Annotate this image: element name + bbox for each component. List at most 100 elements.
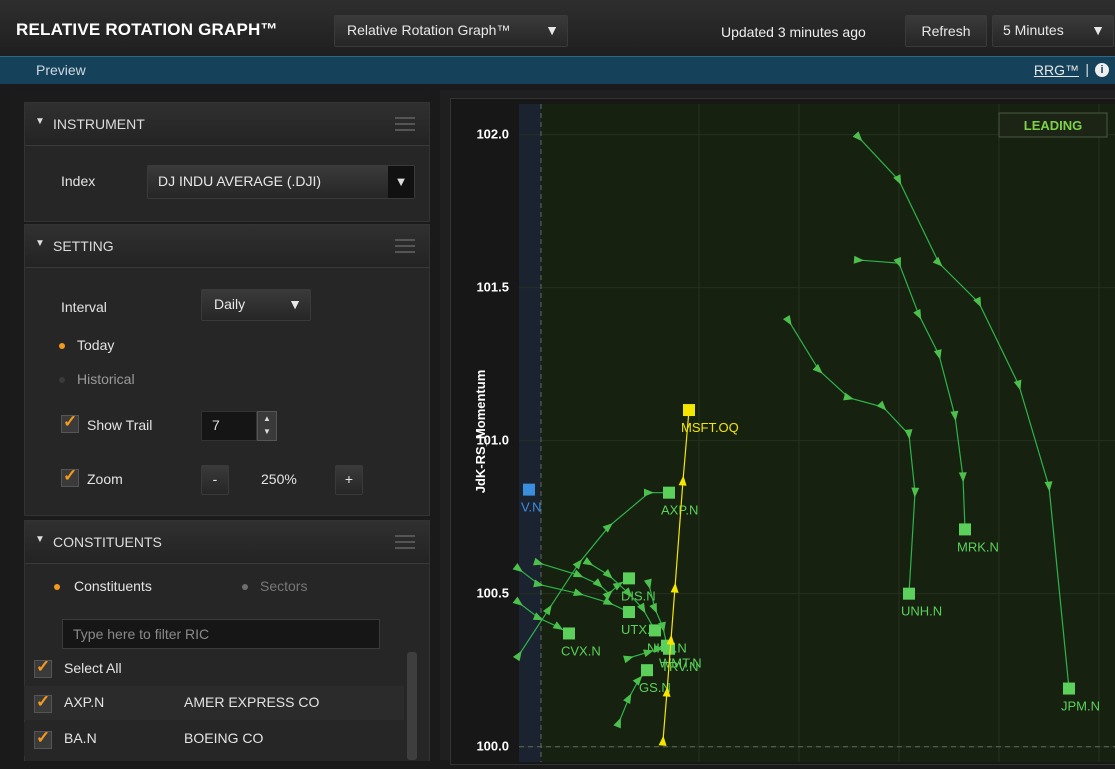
improving-strip — [519, 104, 541, 762]
refresh-interval-value: 5 Minutes — [1003, 22, 1064, 38]
ric-filter-input[interactable]: Type here to filter RIC — [62, 619, 380, 649]
y-tick-label: 101.5 — [476, 280, 509, 295]
constituents-title: CONSTITUENTS — [53, 534, 162, 550]
separator: | — [1085, 61, 1089, 77]
series-label-unh-n: UNH.N — [901, 604, 942, 619]
series-marker-dis-n — [623, 572, 635, 585]
zoom-out-label: - — [212, 471, 218, 487]
series-label-msft-oq: MSFT.OQ — [681, 420, 739, 435]
view-select-value: Relative Rotation Graph™ — [347, 22, 511, 38]
menu-icon[interactable] — [395, 239, 415, 253]
series-marker-nke-n — [649, 624, 661, 637]
constituents-tab-label[interactable]: Constituents — [74, 578, 152, 594]
leading-quadrant — [519, 104, 1115, 762]
index-value: DJ INDU AVERAGE (.DJI) — [158, 173, 322, 189]
trail-input[interactable]: 7 — [201, 411, 257, 441]
row-checkbox[interactable]: ✓ — [34, 692, 52, 713]
radio-constituents[interactable] — [54, 584, 60, 590]
show-trail-checkbox[interactable]: ✓ — [61, 412, 79, 433]
chevron-down-icon: ▼ — [388, 166, 414, 198]
interval-label: Interval — [61, 299, 107, 315]
radio-historical[interactable] — [59, 377, 65, 383]
trail-value: 7 — [212, 417, 220, 433]
series-marker-msft-oq — [683, 404, 695, 417]
series-marker-jpm-n — [1063, 682, 1075, 695]
rrg-link[interactable]: RRG™ — [1034, 62, 1079, 78]
index-select[interactable]: DJ INDU AVERAGE (.DJI) ▼ — [147, 165, 415, 199]
zoom-value: 250% — [261, 471, 297, 487]
list-item[interactable]: ✓ AXP.N AMER EXPRESS CO — [24, 686, 404, 720]
trail-stepper[interactable]: ▲ ▼ — [257, 411, 277, 441]
series-marker-utx-n — [623, 606, 635, 619]
series-label-mrk-n: MRK.N — [957, 539, 999, 554]
checkmark-icon: ✓ — [36, 728, 51, 747]
series-marker-gs-n — [641, 664, 653, 677]
zoom-out-button[interactable]: - — [201, 465, 229, 495]
rrg-chart[interactable]: 102.0101.5101.0100.5100.0JdK-RS_Momentum… — [451, 99, 1115, 764]
y-tick-label: 100.0 — [476, 739, 509, 754]
info-icon[interactable]: i — [1095, 63, 1109, 77]
setting-section: ▼ SETTING Interval Daily ▼ Today Histori… — [24, 224, 430, 516]
chevron-down-icon: ▼ — [1091, 22, 1105, 38]
interval-select[interactable]: Daily ▼ — [201, 289, 311, 321]
collapse-triangle-icon: ▼ — [35, 534, 45, 545]
series-label-axp-n: AXP.N — [661, 503, 698, 518]
instrument-section: ▼ INSTRUMENT Index DJ INDU AVERAGE (.DJI… — [24, 102, 430, 222]
zoom-checkbox[interactable]: ✓ — [61, 466, 79, 487]
series-marker-v-n — [523, 483, 535, 496]
series-label-cvx-n: CVX.N — [561, 643, 601, 658]
quadrant-label: LEADING — [1024, 118, 1083, 133]
series-label-v-n: V.N — [521, 500, 541, 515]
checkmark-icon: ✓ — [36, 657, 51, 676]
updated-status: Updated 3 minutes ago — [721, 24, 866, 40]
row-ric: AXP.N — [64, 694, 105, 710]
row-checkbox[interactable]: ✓ — [34, 728, 52, 749]
instrument-title: INSTRUMENT — [53, 116, 145, 132]
left-panel: ▼ INSTRUMENT Index DJ INDU AVERAGE (.DJI… — [10, 90, 430, 761]
series-marker-cvx-n — [563, 627, 575, 640]
collapse-triangle-icon: ▼ — [35, 238, 45, 249]
chevron-down-icon: ▼ — [545, 22, 559, 38]
collapse-triangle-icon: ▼ — [35, 116, 45, 127]
zoom-label: Zoom — [87, 471, 123, 487]
chevron-down-icon: ▼ — [288, 296, 302, 312]
sectors-tab-label[interactable]: Sectors — [260, 578, 307, 594]
zoom-in-button[interactable]: + — [335, 465, 363, 495]
app-title: RELATIVE ROTATION GRAPH™ — [16, 20, 278, 39]
today-label: Today — [77, 337, 115, 353]
view-select[interactable]: Relative Rotation Graph™ ▼ — [334, 15, 568, 47]
row-name: BOEING CO — [184, 730, 264, 746]
y-axis-label: JdK-RS_Momentum — [473, 370, 488, 494]
row-ric: BA.N — [64, 730, 97, 746]
list-item[interactable]: ✓ BA.N BOEING CO — [24, 722, 404, 756]
show-trail-label: Show Trail — [87, 417, 153, 433]
constituents-header[interactable]: ▼ CONSTITUENTS — [25, 521, 429, 564]
menu-icon[interactable] — [395, 535, 415, 549]
refresh-interval-select[interactable]: 5 Minutes ▼ — [992, 15, 1114, 47]
index-label: Index — [61, 173, 96, 189]
interval-value: Daily — [214, 296, 246, 312]
list-scrollbar[interactable] — [407, 652, 417, 760]
checkmark-icon: ✓ — [63, 412, 78, 431]
historical-label: Historical — [77, 371, 135, 387]
menu-icon[interactable] — [395, 117, 415, 131]
preview-label: Preview — [36, 62, 86, 78]
select-all-label: Select All — [64, 660, 122, 676]
setting-title: SETTING — [53, 238, 114, 254]
instrument-header[interactable]: ▼ INSTRUMENT — [25, 103, 429, 146]
radio-today[interactable] — [59, 343, 65, 349]
radio-sectors[interactable] — [242, 584, 248, 590]
checkmark-icon: ✓ — [63, 466, 78, 485]
series-marker-unh-n — [903, 587, 915, 600]
series-label-jpm-n: JPM.N — [1061, 699, 1100, 714]
refresh-button[interactable]: Refresh — [905, 15, 987, 47]
quadrant-label-box: LEADING — [998, 112, 1108, 138]
refresh-label: Refresh — [921, 23, 971, 39]
y-tick-label: 100.5 — [476, 586, 509, 601]
title-bar: RELATIVE ROTATION GRAPH™ Relative Rotati… — [0, 0, 1115, 56]
chart-frame: 102.0 101.5 101.0 100.5 100.0 JdK-RS_Momentum… — [450, 98, 1115, 765]
setting-header[interactable]: ▼ SETTING — [25, 225, 429, 268]
checkmark-icon: ✓ — [36, 692, 51, 711]
series-marker-axp-n — [663, 486, 675, 499]
select-all-checkbox[interactable]: ✓ — [34, 657, 52, 678]
